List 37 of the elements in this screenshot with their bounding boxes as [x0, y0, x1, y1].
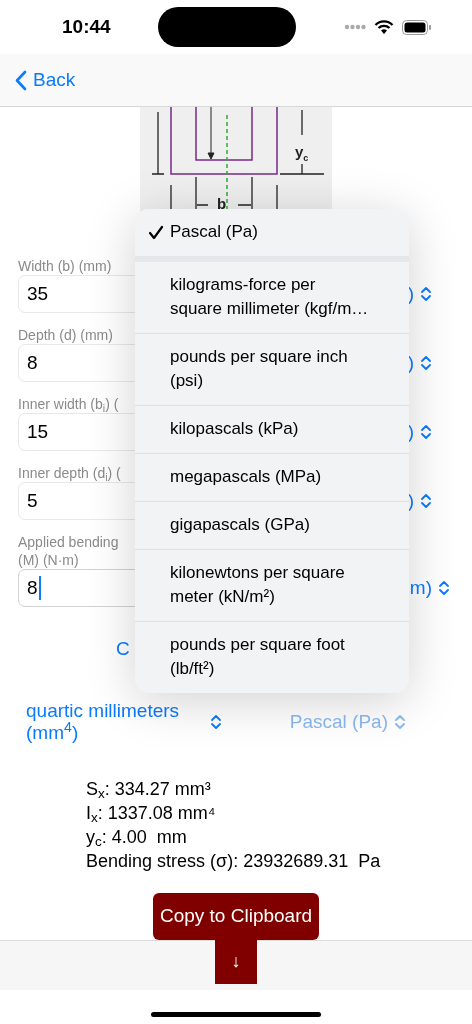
unit-picker[interactable]: quartic millimeters (mm$^{4}$): [26, 700, 222, 744]
result-line: Bending stress (σ): 23932689.31 Pa: [86, 850, 382, 873]
field-label: Width (b) (mm): [18, 257, 112, 275]
clock-time: 10:44: [62, 14, 111, 39]
result-line: I$_{x}$: 1337.08 mm⁴: [86, 802, 217, 825]
back-link[interactable]: Back: [14, 65, 76, 95]
menu-item[interactable]: kilonewtons per square meter (kN/m²): [135, 549, 409, 621]
field-label: Inner depth (d$_{i}$) (: [18, 464, 121, 482]
result-line: S$_{x}$: 334.27 mm³: [86, 778, 212, 801]
field-label: Depth (d) (mm): [18, 326, 113, 344]
menu-item[interactable]: kilopascals (kPa): [135, 405, 409, 453]
copy-button[interactable]: Copy to Clipboard: [152, 893, 320, 940]
chevron-up-down-icon: [394, 713, 406, 731]
back-chevron-icon: [14, 69, 27, 91]
unit-picker: Pascal (Pa): [289, 711, 406, 733]
chevron-up-down-icon: [420, 285, 432, 303]
checkmark-icon: [148, 225, 164, 240]
chevron-up-down-icon: [420, 423, 432, 441]
signal-icon: [344, 24, 366, 30]
unit-picker[interactable]: m): [409, 569, 450, 607]
menu-item[interactable]: pounds per square inch (psi): [135, 333, 409, 405]
menu-item[interactable]: gigapascals (GPa): [135, 501, 409, 549]
scroll-down-button[interactable]: ↓: [215, 939, 257, 984]
result-line: y$_{c}$: 4.00 mm: [86, 826, 188, 849]
wifi-icon: [374, 19, 394, 35]
chevron-up-down-icon: [420, 354, 432, 372]
menu-item[interactable]: megapascals (MPa): [135, 453, 409, 501]
chevron-up-down-icon: [210, 713, 222, 731]
field-label: Applied bending (M) (N·m): [18, 533, 119, 569]
menu-item[interactable]: kilograms-force per square millimeter (kgf/m…: [135, 256, 409, 333]
menu-item[interactable]: Pascal (Pa): [135, 209, 409, 256]
battery-icon: [402, 19, 432, 35]
chevron-up-down-icon: [438, 579, 450, 597]
menu-item[interactable]: pounds per square foot (lb/ft²): [135, 621, 409, 693]
chevron-up-down-icon: [420, 492, 432, 510]
action-link[interactable]: C: [116, 638, 130, 659]
field-label: Inner width (b$_{i}$) (: [18, 395, 119, 413]
